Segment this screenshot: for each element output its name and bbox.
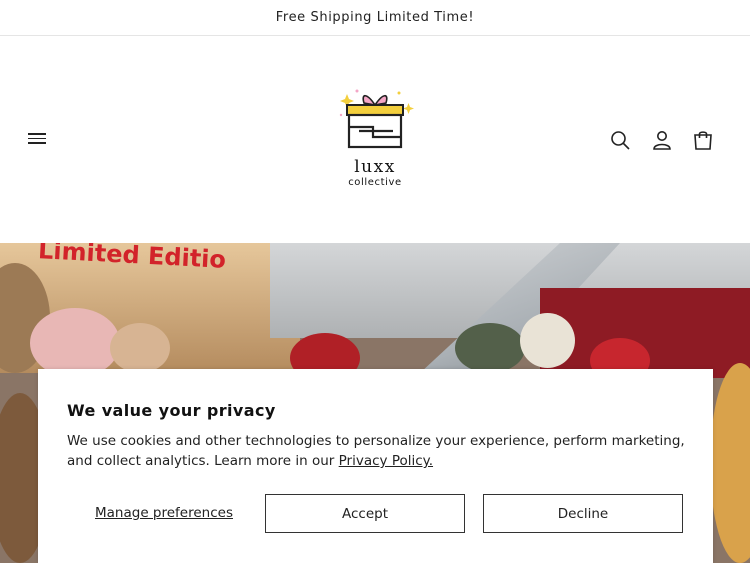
privacy-policy-link[interactable]: Privacy Policy. xyxy=(339,453,433,469)
plush-toy xyxy=(110,323,170,373)
cookie-title: We value your privacy xyxy=(67,401,276,420)
logo-name: luxx xyxy=(354,157,396,177)
announcement-text: Free Shipping Limited Time! xyxy=(275,10,475,25)
announcement-bar: Free Shipping Limited Time! xyxy=(0,0,750,36)
cart-icon[interactable] xyxy=(691,128,715,152)
logo[interactable]: luxx collective xyxy=(325,85,425,200)
hamburger-menu-icon[interactable] xyxy=(28,129,50,149)
account-icon[interactable] xyxy=(650,128,674,152)
search-icon[interactable] xyxy=(608,128,632,152)
cookie-body: We use cookies and other technologies to… xyxy=(67,431,687,471)
decline-button[interactable]: Decline xyxy=(483,494,683,533)
plush-toy xyxy=(710,363,750,563)
gift-logo-icon xyxy=(339,89,414,149)
accept-button[interactable]: Accept xyxy=(265,494,465,533)
site-header: luxx collective xyxy=(0,37,750,243)
plush-toy xyxy=(30,308,120,378)
plush-toy xyxy=(520,313,575,368)
logo-subtitle: collective xyxy=(348,177,402,188)
plush-toy xyxy=(455,323,525,373)
manage-preferences-link[interactable]: Manage preferences xyxy=(95,505,233,521)
cookie-consent-dialog: We value your privacy We use cookies and… xyxy=(38,369,713,563)
